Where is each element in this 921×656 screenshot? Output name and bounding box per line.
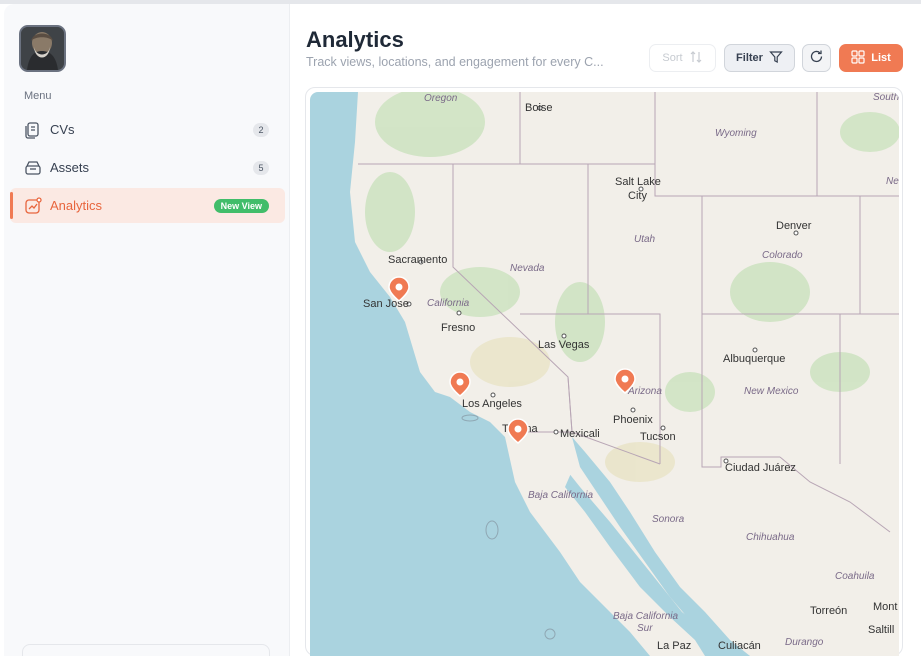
sidebar-item-cvs[interactable]: CVs 2 bbox=[10, 112, 285, 147]
map-label-ciudad-juarez: Ciudad Juárez bbox=[725, 462, 796, 474]
map-label-chihuahua: Chihuahua bbox=[746, 532, 795, 543]
page-subtitle: Track views, locations, and engagement f… bbox=[306, 55, 604, 69]
map-label-san-jose: San Jose bbox=[363, 298, 409, 310]
map-label-ne: Ne bbox=[886, 176, 899, 187]
map-label-tucson: Tucson bbox=[640, 431, 676, 443]
map-label-baja-california-sur: Baja California bbox=[613, 611, 678, 622]
count-badge: 2 bbox=[253, 123, 269, 137]
analytics-map[interactable]: Boise Salt Lake City Denver Sacramento S… bbox=[310, 92, 899, 656]
count-badge: 5 bbox=[253, 161, 269, 175]
sidebar-item-analytics[interactable]: Analytics New View bbox=[10, 188, 285, 223]
sidebar-item-label: Analytics bbox=[50, 198, 103, 213]
map-label-mexicali: Mexicali bbox=[560, 428, 600, 440]
map-label-la-paz: La Paz bbox=[657, 640, 691, 652]
map-label-las-vegas: Las Vegas bbox=[538, 339, 590, 351]
map-label-nevada: Nevada bbox=[510, 263, 545, 274]
map-label-durango: Durango bbox=[785, 637, 824, 648]
map-label-salt-lake: Salt Lake bbox=[615, 176, 661, 188]
sidebar-footer-card bbox=[22, 644, 270, 656]
new-view-badge: New View bbox=[213, 199, 269, 213]
filter-button[interactable]: Filter bbox=[724, 44, 795, 72]
refresh-icon bbox=[809, 49, 824, 67]
map-label-wyoming: Wyoming bbox=[715, 128, 757, 139]
map-label-torreon: Torreón bbox=[810, 605, 847, 617]
refresh-button[interactable] bbox=[802, 44, 831, 72]
map-label-sonora: Sonora bbox=[652, 514, 685, 525]
map-label-los-angeles: Los Angeles bbox=[462, 398, 522, 410]
map-label-coahuila: Coahuila bbox=[835, 571, 875, 582]
avatar[interactable] bbox=[19, 25, 66, 72]
map-label-albuquerque: Albuquerque bbox=[723, 353, 785, 365]
grid-icon bbox=[851, 49, 865, 67]
map-label-utah: Utah bbox=[634, 234, 656, 245]
sidebar: Menu CVs 2 Assets 5 Analytics New View bbox=[4, 4, 290, 656]
filter-icon bbox=[769, 50, 783, 67]
sort-button-label: Sort bbox=[662, 52, 683, 64]
map-label-denver: Denver bbox=[776, 220, 812, 232]
map-label-colorado: Colorado bbox=[762, 250, 803, 261]
map-label-south: South bbox=[873, 92, 899, 103]
archive-icon bbox=[24, 159, 42, 177]
map-label-boise: Boise bbox=[525, 102, 553, 114]
map-label-sur: Sur bbox=[637, 623, 653, 634]
map-label-saltill: Saltill bbox=[868, 624, 894, 636]
map-label-mont: Mont bbox=[873, 601, 897, 613]
map-label-phoenix: Phoenix bbox=[613, 414, 653, 426]
app-window: Menu CVs 2 Assets 5 Analytics New View A… bbox=[0, 0, 921, 656]
filter-button-label: Filter bbox=[736, 52, 763, 64]
map-label-arizona: Arizona bbox=[627, 386, 662, 397]
map-label-oregon: Oregon bbox=[424, 93, 458, 104]
analytics-icon bbox=[24, 197, 42, 215]
map-label-california: California bbox=[427, 298, 470, 309]
map-label-sacramento: Sacramento bbox=[388, 254, 447, 266]
map-label-city: City bbox=[628, 190, 647, 202]
sort-button[interactable]: Sort bbox=[649, 44, 716, 72]
list-button-label: List bbox=[871, 52, 891, 64]
sidebar-item-label: Assets bbox=[50, 160, 90, 175]
sidebar-item-assets[interactable]: Assets 5 bbox=[10, 150, 285, 185]
list-view-button[interactable]: List bbox=[839, 44, 903, 72]
page-title: Analytics bbox=[306, 27, 404, 52]
map-label-culiacan: Culiacán bbox=[718, 640, 761, 652]
map-label-fresno: Fresno bbox=[441, 322, 475, 334]
map-label-new-mexico: New Mexico bbox=[744, 386, 799, 397]
map-label-baja-california: Baja California bbox=[528, 490, 593, 501]
menu-label: Menu bbox=[24, 90, 52, 102]
document-icon bbox=[24, 121, 42, 139]
sort-icon bbox=[689, 50, 703, 67]
sidebar-item-label: CVs bbox=[50, 122, 75, 137]
